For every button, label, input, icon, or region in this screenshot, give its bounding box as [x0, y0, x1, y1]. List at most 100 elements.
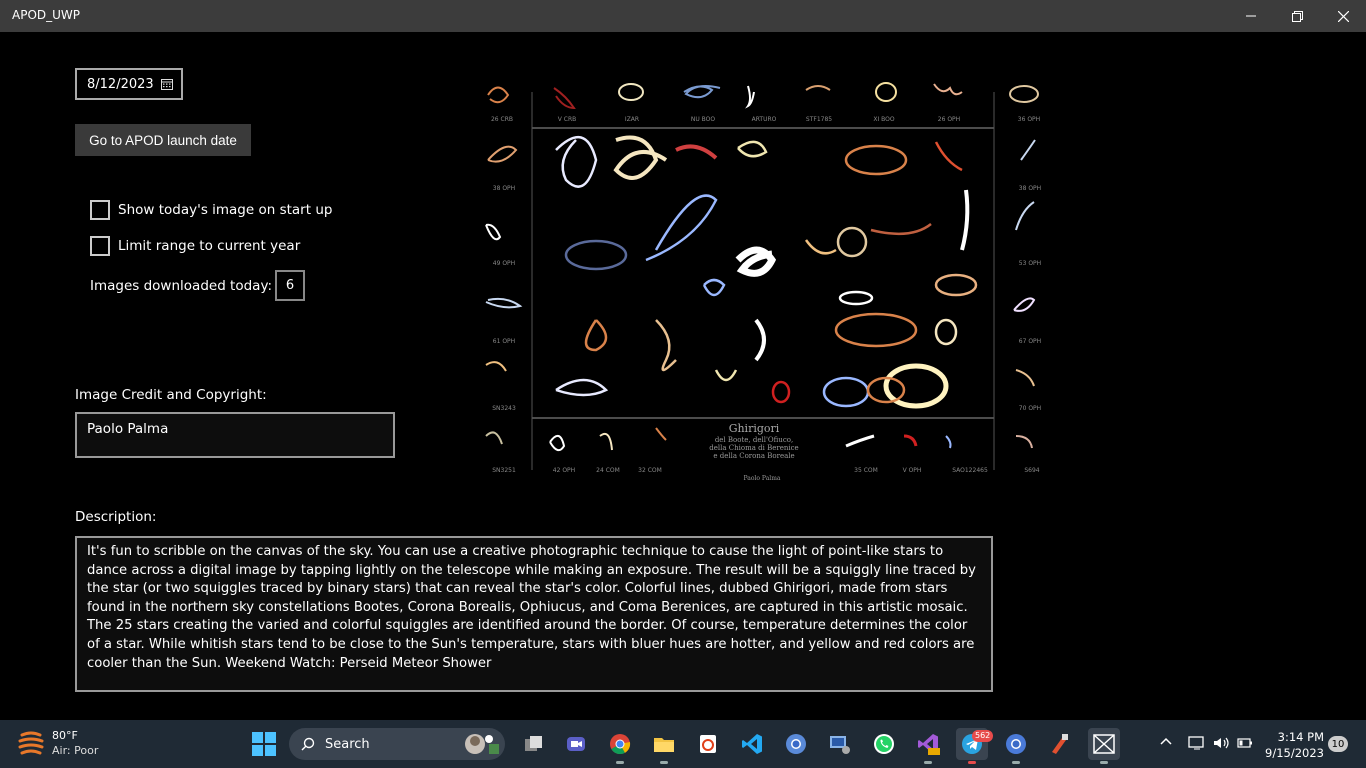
star-label: 32 COM — [638, 467, 662, 474]
star-label: 53 OPH — [1019, 260, 1041, 267]
apod-image: 26 CRB V CRB IZAR NU BOO ARTURO STF1785 XI BOO… — [476, 70, 1050, 484]
star-label: 36 OPH — [1018, 116, 1040, 123]
show-today-checkbox[interactable]: Show today's image on start up — [90, 200, 332, 220]
taskbar-visual-studio-preview[interactable] — [912, 728, 944, 764]
launch-date-button[interactable]: Go to APOD launch date — [75, 124, 251, 156]
star-label: IZAR — [625, 116, 639, 123]
star-label: NU BOO — [691, 116, 716, 123]
calendar-icon — [161, 79, 173, 90]
taskbar-chrome[interactable] — [604, 728, 636, 764]
star-label: SAO122465 — [952, 467, 988, 474]
app-title: APOD_UWP — [12, 8, 81, 22]
taskbar-file-explorer[interactable] — [648, 728, 680, 764]
telegram-badge: 562 — [972, 730, 994, 742]
taskbar-chrome-2[interactable] — [1000, 728, 1032, 764]
volume-icon[interactable] — [1212, 734, 1230, 752]
image-author: Paolo Palma — [744, 475, 781, 482]
date-picker[interactable]: 8/12/2023 — [75, 68, 183, 100]
search-highlight-icon — [465, 734, 499, 754]
running-indicator — [616, 761, 624, 764]
description-field[interactable]: It's fun to scribble on the canvas of th… — [75, 536, 993, 692]
taskbar-meet[interactable] — [560, 728, 592, 760]
visual-studio-icon — [918, 734, 940, 755]
star-label: 70 OPH — [1019, 405, 1041, 412]
taskbar-chromium[interactable] — [780, 728, 812, 760]
clock-time: 3:14 PM — [1277, 730, 1324, 744]
downloads-label: Images downloaded today: — [90, 277, 272, 294]
limit-range-label: Limit range to current year — [118, 238, 301, 254]
close-icon — [1337, 10, 1349, 22]
image-subtitle-3: e della Corona Boreale — [713, 452, 794, 460]
office-icon — [700, 735, 716, 753]
running-indicator — [1012, 761, 1020, 764]
taskbar-vscode[interactable] — [736, 728, 768, 760]
running-indicator — [968, 761, 976, 764]
show-today-label: Show today's image on start up — [118, 202, 333, 218]
weather-text: 80°F Air: Poor — [52, 728, 98, 758]
weather-air-quality: Air: Poor — [52, 744, 99, 757]
weather-temperature: 80°F — [52, 729, 78, 742]
title-bar: APOD_UWP — [0, 0, 1366, 32]
taskbar-task-view[interactable] — [518, 728, 550, 760]
running-indicator — [660, 761, 668, 764]
ccleaner-icon — [1052, 734, 1068, 754]
star-label: 42 OPH — [553, 467, 575, 474]
apod-app-icon — [1093, 734, 1115, 754]
chevron-up-icon[interactable] — [1158, 734, 1174, 750]
credit-label: Image Credit and Copyright: — [75, 387, 267, 403]
downloads-row: Images downloaded today: 6 — [90, 270, 305, 301]
video-call-icon — [567, 737, 585, 751]
star-label: S694 — [1024, 467, 1039, 474]
credit-field[interactable]: Paolo Palma — [75, 412, 395, 458]
image-subtitle-1: del Boote, dell'Ofiuco, — [715, 436, 793, 444]
chromium-icon — [786, 734, 806, 754]
checkbox-box[interactable] — [90, 236, 110, 256]
taskbar-office[interactable] — [692, 728, 724, 760]
checkbox-box[interactable] — [90, 200, 110, 220]
taskbar: 80°F Air: Poor Search 562 3:14 PM 9/15/2… — [0, 720, 1366, 768]
star-label: 49 OPH — [493, 260, 515, 267]
vscode-icon — [742, 734, 762, 754]
running-indicator — [924, 761, 932, 764]
star-label: ARTURO — [752, 116, 777, 123]
notification-badge[interactable]: 10 — [1328, 736, 1348, 752]
downloads-count-field: 6 — [275, 270, 305, 301]
star-label: V CRB — [558, 116, 577, 123]
taskbar-search[interactable]: Search — [289, 728, 505, 760]
start-button[interactable] — [250, 730, 278, 758]
star-label: 35 COM — [854, 467, 878, 474]
chrome-icon — [610, 734, 631, 755]
battery-icon[interactable] — [1236, 734, 1254, 752]
star-label: 38 OPH — [493, 185, 515, 192]
star-label: 67 OPH — [1019, 338, 1041, 345]
whatsapp-icon — [874, 734, 894, 754]
restore-icon — [1291, 10, 1303, 22]
restore-button[interactable] — [1274, 0, 1320, 32]
folder-icon — [654, 738, 674, 752]
star-label: XI BOO — [873, 116, 895, 123]
taskbar-whatsapp[interactable] — [868, 728, 900, 760]
clock-date: 9/15/2023 — [1265, 746, 1324, 760]
display-icon[interactable] — [1188, 734, 1206, 752]
minimize-button[interactable] — [1228, 0, 1274, 32]
taskbar-ccleaner[interactable] — [1044, 728, 1076, 760]
star-label: SN3243 — [492, 405, 516, 412]
star-label: SN3251 — [492, 467, 516, 474]
star-label: 38 OPH — [1019, 185, 1041, 192]
task-view-icon — [525, 736, 542, 751]
taskbar-remote-desktop[interactable] — [824, 728, 856, 760]
image-subtitle-2: della Chioma di Berenice — [709, 444, 798, 452]
star-label: STF1785 — [806, 116, 832, 123]
star-label: 26 OPH — [938, 116, 960, 123]
star-label: V OPH — [903, 467, 922, 474]
clock[interactable]: 3:14 PM 9/15/2023 — [1264, 729, 1324, 761]
limit-range-checkbox[interactable]: Limit range to current year — [90, 236, 300, 256]
search-icon — [301, 737, 315, 751]
taskbar-apod-uwp[interactable] — [1088, 728, 1120, 764]
chrome-icon — [1006, 734, 1026, 754]
star-label: 24 COM — [596, 467, 620, 474]
description-label: Description: — [75, 509, 157, 525]
close-button[interactable] — [1320, 0, 1366, 32]
weather-widget[interactable]: 80°F Air: Poor — [18, 728, 98, 758]
air-quality-icon — [18, 731, 44, 755]
